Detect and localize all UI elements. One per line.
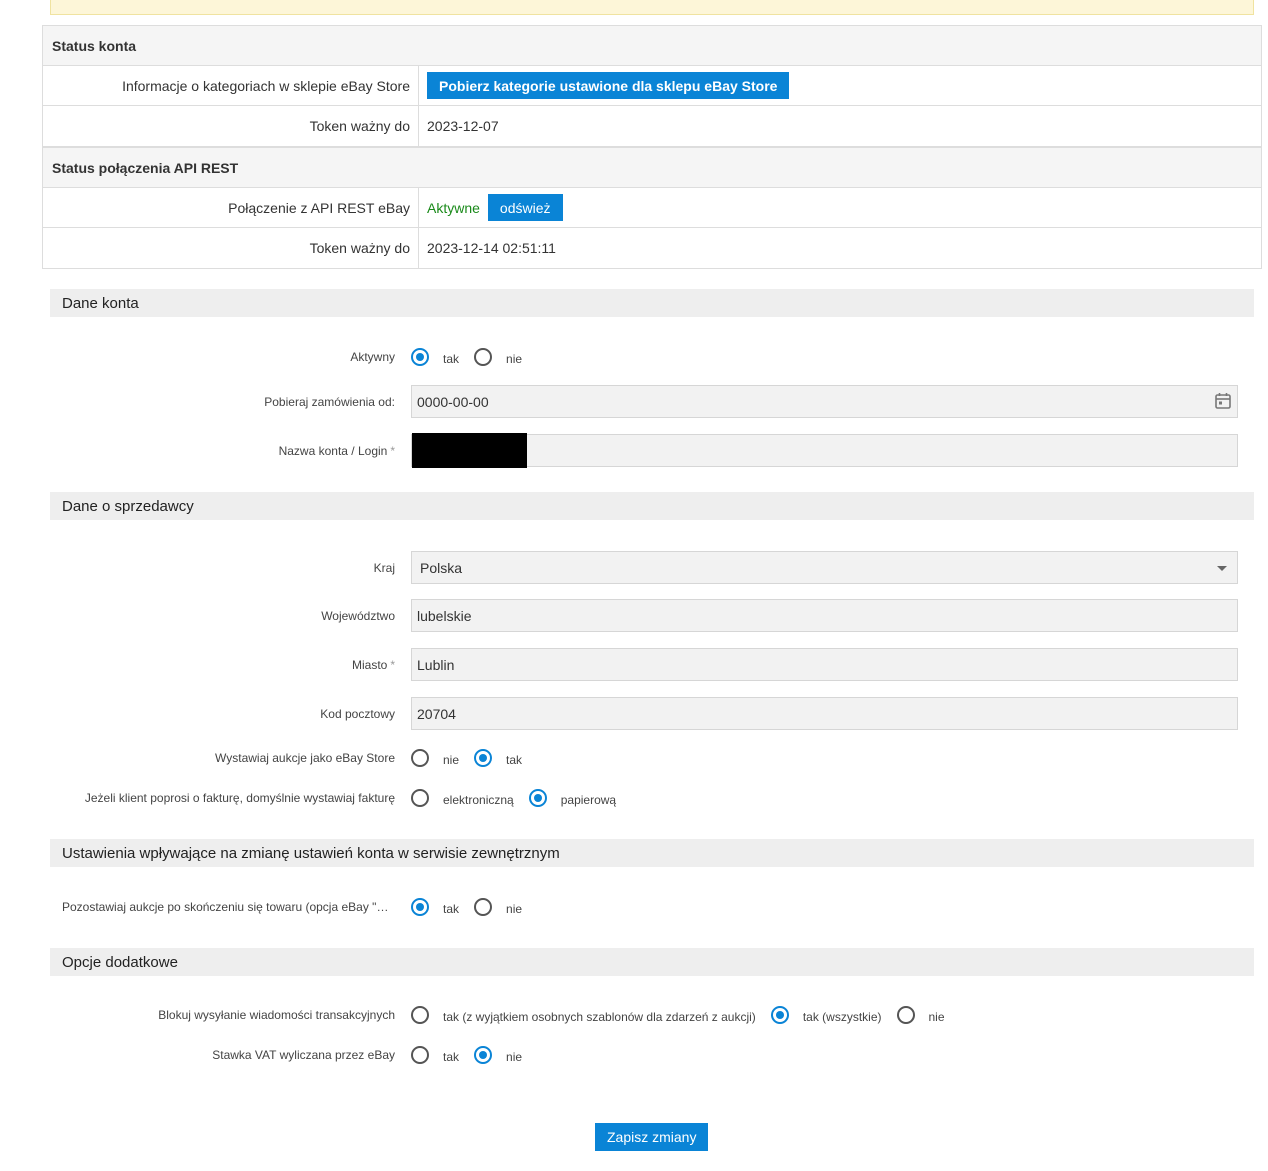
account-name-input[interactable] bbox=[411, 433, 1238, 468]
account-name-row: Nazwa konta / Login * bbox=[50, 433, 1254, 468]
account-status-panel: Status konta Informacje o kategoriach w … bbox=[42, 25, 1262, 147]
refresh-button[interactable]: odśwież bbox=[487, 194, 563, 221]
postal-code-row: Kod pocztowy 20704 bbox=[50, 697, 1254, 730]
vat-option-yes[interactable]: tak bbox=[411, 1046, 459, 1064]
block-messages-label: Blokuj wysyłanie wiadomości transakcyjny… bbox=[158, 1008, 395, 1022]
invoice-label: Jeżeli klient poprosi o fakturę, domyśln… bbox=[84, 791, 395, 805]
voivodeship-label: Województwo bbox=[321, 608, 395, 623]
calendar-icon[interactable] bbox=[1215, 392, 1231, 409]
radio-checked-icon[interactable] bbox=[474, 1046, 493, 1064]
api-connection-label: Połączenie z API REST eBay bbox=[43, 188, 419, 227]
token-valid-row: Token ważny do 2023-12-07 bbox=[43, 106, 1261, 146]
ebay-store-row: Wystawiaj aukcje jako eBay Store nie tak bbox=[50, 747, 1254, 769]
radio-checked-icon[interactable] bbox=[474, 749, 493, 767]
postal-code-input[interactable]: 20704 bbox=[411, 697, 1238, 730]
radio-checked-icon[interactable] bbox=[411, 348, 429, 366]
radio-unchecked-icon[interactable] bbox=[896, 1006, 915, 1024]
invoice-option-paper[interactable]: papierową bbox=[528, 789, 616, 807]
radio-unchecked-icon[interactable] bbox=[474, 348, 493, 366]
api-status-panel: Status połączenia API REST Połączenie z … bbox=[42, 147, 1262, 269]
vat-option-no[interactable]: nie bbox=[474, 1046, 522, 1064]
api-status-heading: Status połączenia API REST bbox=[43, 148, 1261, 188]
additional-options-heading: Opcje dodatkowe bbox=[50, 948, 1254, 976]
radio-checked-icon[interactable] bbox=[528, 789, 547, 807]
ebay-store-label: Wystawiaj aukcje jako eBay Store bbox=[215, 751, 395, 765]
api-token-valid-row: Token ważny do 2023-12-14 02:51:11 bbox=[43, 228, 1261, 268]
api-token-valid-label: Token ważny do bbox=[43, 228, 419, 268]
voivodeship-input[interactable]: lubelskie bbox=[411, 599, 1238, 632]
radio-checked-icon[interactable] bbox=[770, 1006, 789, 1024]
account-data-heading: Dane konta bbox=[50, 289, 1254, 317]
radio-unchecked-icon[interactable] bbox=[411, 789, 429, 807]
radio-unchecked-icon[interactable] bbox=[411, 1006, 429, 1024]
fetch-store-categories-button[interactable]: Pobierz kategorie ustawione dla sklepu e… bbox=[427, 72, 790, 99]
keep-listings-label: Pozostawiaj aukcje po skończeniu się tow… bbox=[62, 900, 411, 914]
invoice-option-electronic[interactable]: elektroniczną bbox=[411, 789, 514, 807]
ebay-store-option-yes[interactable]: tak bbox=[474, 749, 522, 767]
redacted-block bbox=[412, 433, 527, 468]
voivodeship-row: Województwo lubelskie bbox=[50, 599, 1254, 632]
radio-unchecked-icon[interactable] bbox=[411, 1046, 429, 1064]
keep-listings-option-yes[interactable]: tak bbox=[411, 898, 459, 916]
fetch-orders-row: Pobieraj zamówienia od: 0000-00-00 bbox=[50, 385, 1254, 418]
chevron-down-icon[interactable] bbox=[1217, 566, 1227, 571]
fetch-orders-date-input[interactable]: 0000-00-00 bbox=[411, 385, 1238, 418]
account-status-heading: Status konta bbox=[43, 26, 1261, 66]
token-valid-value: 2023-12-07 bbox=[427, 118, 499, 134]
vat-label: Stawka VAT wyliczana przez eBay bbox=[212, 1048, 395, 1062]
store-categories-row: Informacje o kategoriach w sklepie eBay … bbox=[43, 66, 1261, 106]
city-row: Miasto * Lublin bbox=[50, 648, 1254, 681]
city-label: Miasto * bbox=[351, 657, 395, 672]
fetch-orders-label: Pobieraj zamówienia od: bbox=[264, 394, 395, 409]
active-row: Aktywny tak nie bbox=[50, 346, 1254, 368]
postal-code-label: Kod pocztowy bbox=[320, 706, 395, 721]
radio-unchecked-icon[interactable] bbox=[474, 898, 493, 916]
block-messages-option-except[interactable]: tak (z wyjątkiem osobnych szablonów dla … bbox=[411, 1006, 756, 1024]
country-label: Kraj bbox=[373, 560, 395, 575]
api-connection-status: Aktywne bbox=[427, 199, 480, 216]
api-connection-row: Połączenie z API REST eBay Aktywne odświ… bbox=[43, 188, 1261, 228]
save-changes-button[interactable]: Zapisz zmiany bbox=[595, 1123, 709, 1151]
block-messages-row: Blokuj wysyłanie wiadomości transakcyjny… bbox=[50, 1004, 1254, 1026]
active-option-no[interactable]: nie bbox=[474, 348, 522, 366]
token-valid-label: Token ważny do bbox=[43, 106, 419, 146]
radio-unchecked-icon[interactable] bbox=[411, 749, 429, 767]
external-settings-heading: Ustawienia wpływające na zmianę ustawień… bbox=[50, 839, 1254, 867]
block-messages-option-all[interactable]: tak (wszystkie) bbox=[770, 1006, 882, 1024]
country-row: Kraj Polska bbox=[50, 551, 1254, 584]
country-select[interactable]: Polska bbox=[411, 551, 1238, 584]
ebay-store-option-no[interactable]: nie bbox=[411, 749, 459, 767]
warning-banner bbox=[50, 0, 1254, 15]
city-input[interactable]: Lublin bbox=[411, 648, 1238, 681]
active-option-yes[interactable]: tak bbox=[411, 348, 459, 366]
api-token-valid-value: 2023-12-14 02:51:11 bbox=[427, 240, 556, 256]
store-categories-label: Informacje o kategoriach w sklepie eBay … bbox=[43, 66, 419, 105]
vat-row: Stawka VAT wyliczana przez eBay tak nie bbox=[50, 1044, 1254, 1066]
keep-listings-row: Pozostawiaj aukcje po skończeniu się tow… bbox=[50, 896, 1254, 918]
keep-listings-option-no[interactable]: nie bbox=[474, 898, 522, 916]
seller-data-heading: Dane o sprzedawcy bbox=[50, 492, 1254, 520]
block-messages-option-no[interactable]: nie bbox=[896, 1006, 945, 1024]
account-name-label: Nazwa konta / Login * bbox=[278, 443, 395, 458]
active-label: Aktywny bbox=[350, 350, 395, 364]
radio-checked-icon[interactable] bbox=[411, 898, 429, 916]
invoice-row: Jeżeli klient poprosi o fakturę, domyśln… bbox=[50, 787, 1254, 809]
